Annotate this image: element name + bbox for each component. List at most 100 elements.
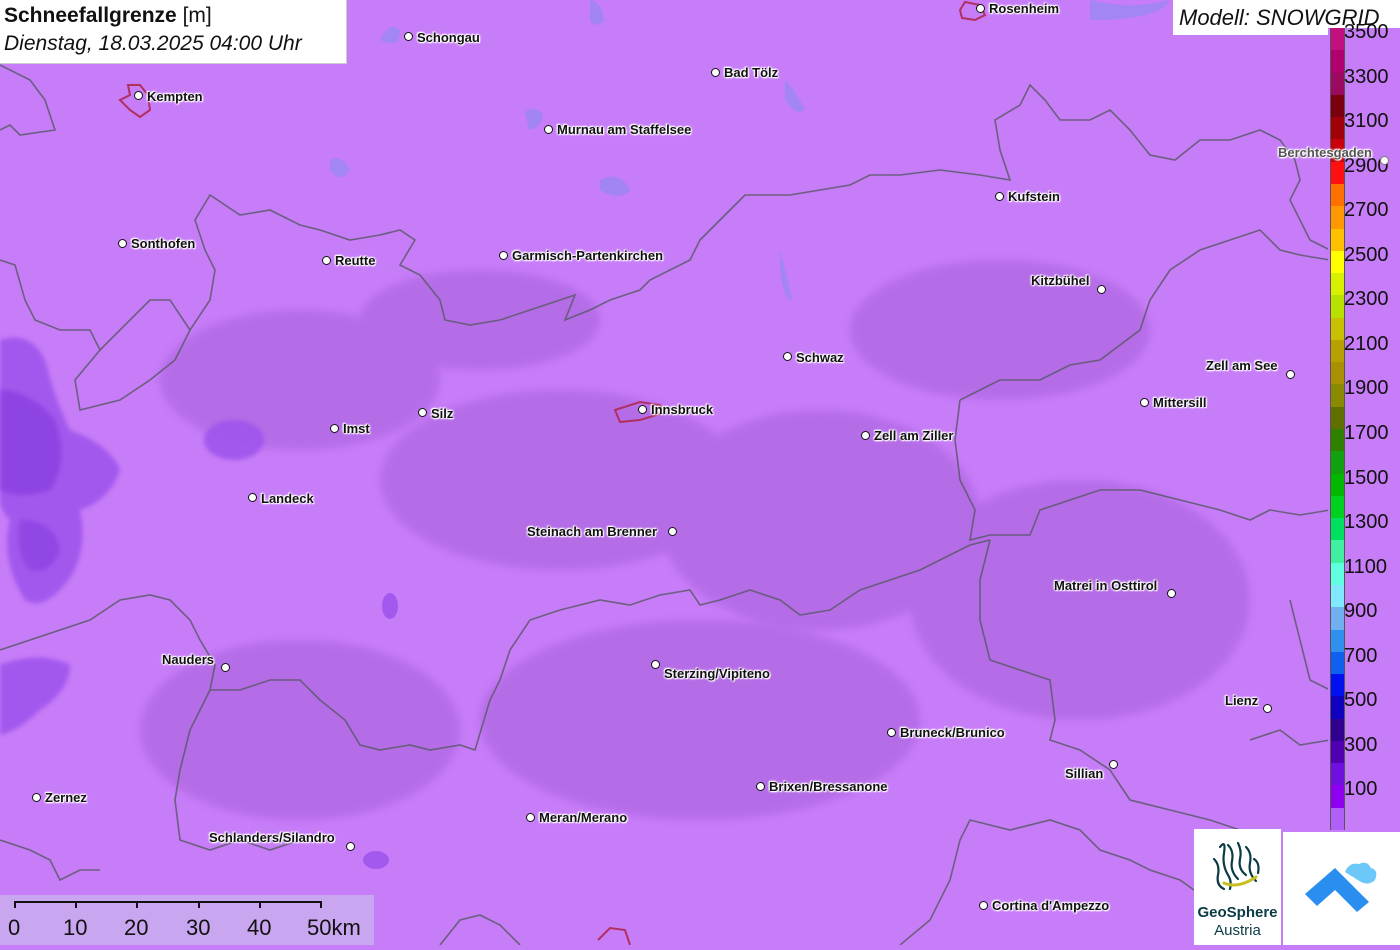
map-title-box: Schneefallgrenze [m] Dienstag, 18.03.202…	[0, 0, 347, 64]
city-label[interactable]: Kempten	[147, 90, 203, 104]
city-label[interactable]: Schongau	[417, 31, 480, 45]
city-label[interactable]: Sillian	[1065, 767, 1103, 781]
city-label[interactable]: Reutte	[335, 254, 375, 268]
city-label[interactable]: Zell am See	[1206, 359, 1278, 373]
city-label[interactable]: Silz	[431, 407, 453, 421]
geosphere-logo[interactable]: GeoSphere Austria	[1194, 829, 1281, 945]
city-dot	[330, 424, 339, 433]
city-dot	[118, 239, 127, 248]
legend-color-segment	[1331, 696, 1344, 720]
legend-color-segment	[1331, 161, 1344, 185]
legend-color-segment	[1331, 317, 1344, 341]
city-label[interactable]: Sterzing/Vipiteno	[664, 667, 770, 681]
city-label[interactable]: Cortina d'Ampezzo	[992, 899, 1109, 913]
legend-label: 3300	[1344, 65, 1389, 88]
scale-tick	[14, 901, 16, 908]
city-label[interactable]: Schlanders/Silandro	[209, 831, 335, 845]
city-label[interactable]: Rosenheim	[989, 2, 1059, 16]
scale-line	[14, 901, 322, 903]
city-dot	[1380, 156, 1389, 165]
city-label[interactable]: Bruneck/Brunico	[900, 726, 1005, 740]
legend-color-segment	[1331, 518, 1344, 541]
legend-label: 1500	[1344, 466, 1389, 489]
legend-color-segment	[1331, 451, 1344, 475]
legend-color-segment	[1331, 250, 1344, 274]
city-label[interactable]: Lienz	[1225, 694, 1258, 708]
legend-color-segment	[1331, 406, 1344, 430]
legend-label: 1700	[1344, 422, 1389, 444]
city-label[interactable]: Brixen/Bressanone	[769, 780, 888, 794]
scale-tick	[136, 901, 138, 908]
scale-label: 50km	[307, 915, 361, 940]
city-dot	[1286, 370, 1295, 379]
city-label[interactable]: Kufstein	[1008, 190, 1060, 204]
legend-label: 1900	[1344, 377, 1389, 400]
map-title: Schneefallgrenze [m]	[4, 4, 212, 27]
city-label[interactable]: Schwaz	[796, 351, 844, 365]
city-label[interactable]: Imst	[343, 422, 370, 436]
legend-label: 900	[1344, 600, 1378, 623]
city-dot	[221, 663, 230, 672]
legend-color-segment	[1331, 674, 1344, 697]
city-label[interactable]: Meran/Merano	[539, 811, 627, 825]
city-label[interactable]: Kitzbühel	[1031, 274, 1090, 288]
legend-label: 2300	[1344, 288, 1389, 311]
city-label[interactable]: Innsbruck	[651, 403, 713, 417]
city-label[interactable]: Steinach am Brenner	[527, 525, 657, 539]
legend-label: 1300	[1344, 511, 1389, 534]
city-dot	[887, 728, 896, 737]
city-label[interactable]: Bad Tölz	[724, 66, 778, 80]
legend-color-segment	[1331, 540, 1344, 564]
scale-bar: 0 10 20 30 40 50km	[0, 895, 374, 945]
city-dot	[668, 527, 677, 536]
legend-label: 3100	[1344, 110, 1389, 133]
city-label[interactable]: Murnau am Staffelsee	[557, 123, 691, 137]
legend-color-segment	[1331, 295, 1344, 319]
scale-label: 0	[8, 915, 21, 940]
legend-color-segment	[1331, 785, 1344, 809]
city-dot	[756, 782, 765, 791]
city-dot	[638, 405, 647, 414]
scale-label: 10	[63, 915, 88, 940]
city-label[interactable]: Zernez	[45, 791, 87, 805]
city-dot	[499, 251, 508, 260]
city-dot	[783, 352, 792, 361]
legend-color-segment	[1331, 429, 1344, 452]
legend-color-segment	[1331, 362, 1344, 385]
snowgrid-logo[interactable]	[1283, 832, 1400, 945]
legend-color-segment	[1331, 206, 1344, 229]
city-dot	[651, 660, 660, 669]
city-label[interactable]: Sonthofen	[131, 237, 195, 251]
city-label[interactable]: Mittersill	[1153, 396, 1206, 410]
map-canvas[interactable]	[0, 0, 1400, 945]
legend-color-segment	[1331, 584, 1344, 608]
city-dot	[979, 901, 988, 910]
city-dot	[346, 842, 355, 851]
legend-color-segment	[1331, 740, 1344, 764]
city-label[interactable]: Nauders	[162, 653, 214, 667]
scale-tick	[320, 901, 322, 908]
legend-label: 300	[1344, 733, 1378, 756]
legend-color-segment	[1331, 50, 1344, 74]
mountain-cloud-icon	[1305, 862, 1377, 912]
city-dot	[248, 493, 257, 502]
city-dot	[544, 125, 553, 134]
legend-color-segment	[1331, 807, 1344, 831]
legend-color-segment	[1331, 183, 1344, 207]
city-dot	[1109, 760, 1118, 769]
city-dot	[976, 4, 985, 13]
scale-tick	[198, 901, 200, 908]
legend-label: 3500	[1344, 21, 1389, 43]
city-label[interactable]: Matrei in Osttirol	[1054, 579, 1157, 593]
city-dot	[418, 408, 427, 417]
geosphere-logo-subtext: Austria	[1214, 922, 1261, 939]
legend-label: 2100	[1344, 332, 1389, 355]
city-label[interactable]: Berchtesgaden	[1278, 146, 1372, 160]
city-dot	[1140, 398, 1149, 407]
city-dot	[134, 91, 143, 100]
city-dot	[32, 793, 41, 802]
city-label[interactable]: Landeck	[261, 492, 314, 506]
city-label[interactable]: Garmisch-Partenkirchen	[512, 249, 663, 263]
city-label[interactable]: Zell am Ziller	[874, 429, 953, 443]
legend-color-segment	[1331, 473, 1344, 497]
